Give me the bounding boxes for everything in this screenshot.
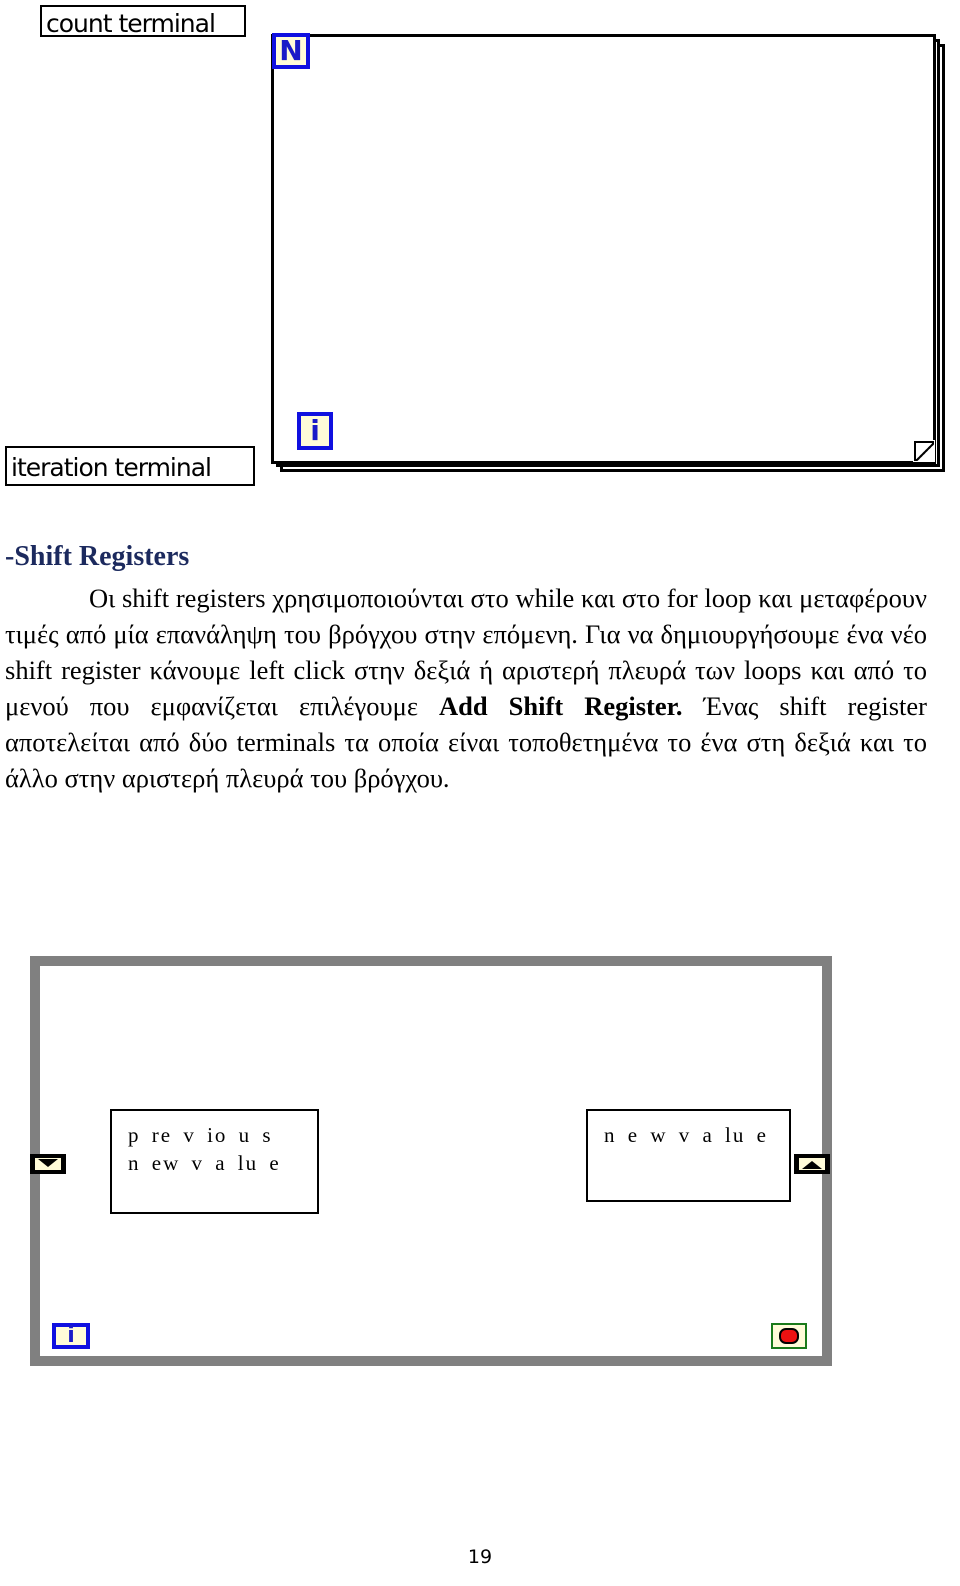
count-terminal-label: count terminal (40, 5, 246, 37)
page-number: 19 (467, 1546, 493, 1568)
stop-sign-icon (779, 1328, 799, 1344)
resize-corner-icon[interactable] (913, 440, 935, 462)
new-value-box: n e w v a lu e (586, 1109, 791, 1202)
shift-register-left-terminal[interactable] (30, 1154, 66, 1174)
new-value-text: n e w v a lu e (604, 1123, 768, 1147)
arrow-up-icon (802, 1161, 822, 1169)
iteration-terminal-label: iteration terminal (5, 446, 255, 486)
for-loop-frame[interactable] (271, 34, 936, 464)
iteration-terminal-icon[interactable]: i (297, 412, 333, 450)
conditional-terminal[interactable] (771, 1323, 807, 1349)
shift-register-right-terminal[interactable] (794, 1154, 830, 1174)
body-paragraph: Οι shift registers χρησιμοποιούνται στο … (5, 580, 927, 796)
iteration-terminal-icon[interactable]: i (52, 1323, 90, 1349)
previous-value-line1: p re v io u s (128, 1123, 273, 1147)
previous-value-box: p re v io u s n ew v a lu e (110, 1109, 319, 1214)
count-terminal-icon[interactable]: N (272, 33, 310, 69)
section-heading: -Shift Registers (5, 541, 190, 572)
previous-value-line2: n ew v a lu e (128, 1151, 281, 1175)
paragraph-bold-term: Add Shift Register. (439, 691, 683, 721)
arrow-down-icon (38, 1159, 58, 1167)
